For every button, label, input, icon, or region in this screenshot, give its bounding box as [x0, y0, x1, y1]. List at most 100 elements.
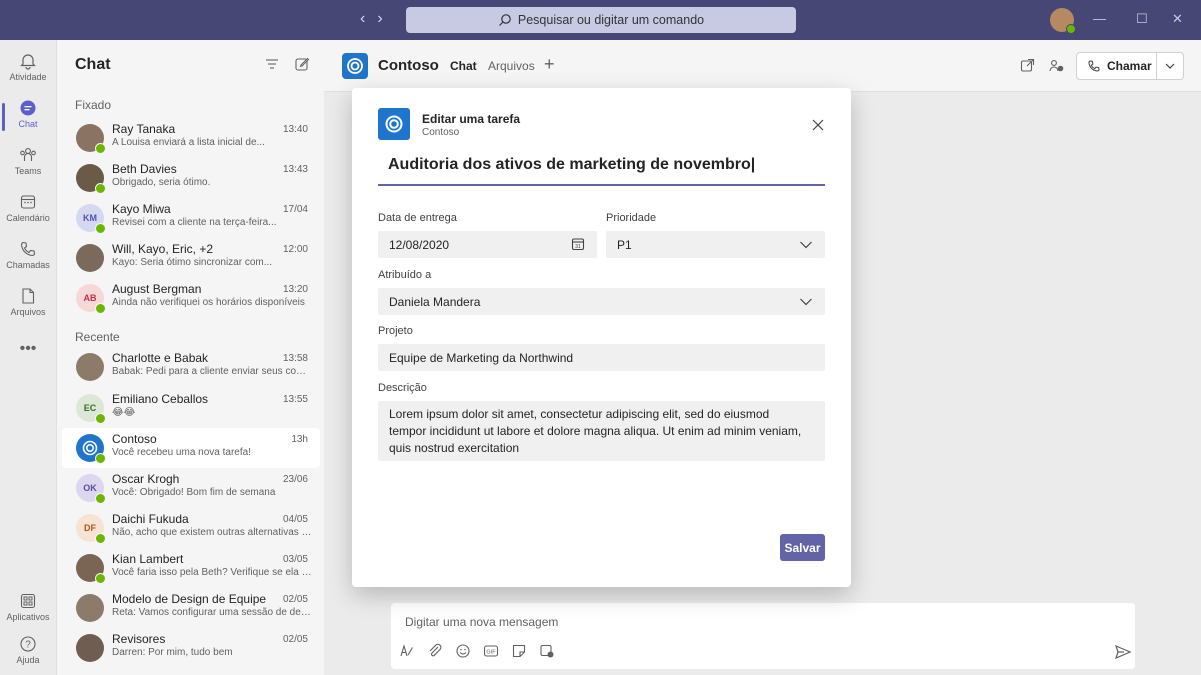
- more-apps-button[interactable]: •••: [0, 340, 56, 358]
- minimize-button[interactable]: —: [1093, 11, 1106, 26]
- chat-name: Kian Lambert: [112, 552, 184, 566]
- chat-item-august-bergman[interactable]: AB August Bergman 13:20 Ainda não verifi…: [62, 278, 320, 318]
- bell-icon: [20, 54, 36, 70]
- chat-list-title: Chat: [75, 56, 111, 73]
- close-window-button[interactable]: ✕: [1172, 11, 1183, 27]
- chat-item-emiliano-ceballos[interactable]: EC Emiliano Ceballos 13:55 😂😂: [62, 388, 320, 428]
- avatar: KM: [76, 204, 106, 234]
- tab-chat[interactable]: Chat: [450, 59, 477, 73]
- task-title-input[interactable]: Auditoria dos ativos de marketing de nov…: [378, 156, 825, 186]
- chat-item-design-template[interactable]: Modelo de Design de Equipe 02/05 Reta: V…: [62, 588, 320, 628]
- chat-name: Will, Kayo, Eric, +2: [112, 242, 214, 256]
- chat-item-contoso[interactable]: Contoso 13h Você recebeu uma nova tarefa…: [62, 428, 320, 468]
- rail-label: Chamadas: [6, 260, 50, 270]
- chat-time: 13:55: [282, 394, 308, 405]
- maximize-button[interactable]: ☐: [1136, 11, 1148, 27]
- chat-item-ray-tanaka[interactable]: Ray Tanaka 13:40 A Louisa enviará a list…: [62, 118, 320, 158]
- chat-name: Daichi Fukuda: [112, 512, 189, 526]
- chat-time: 13:58: [282, 353, 308, 364]
- chat-time: 03/05: [282, 554, 308, 565]
- chat-preview: Kayo: Seria ótimo sincronizar com...: [112, 257, 273, 268]
- chat-name: Modelo de Design de Equipe: [112, 592, 267, 606]
- chat-item-group-will[interactable]: Will, Kayo, Eric, +2 12:00 Kayo: Seria ó…: [62, 238, 320, 278]
- contoso-logo-icon: [385, 115, 403, 133]
- emoji-icon[interactable]: [455, 643, 471, 659]
- rail-item-calls[interactable]: Chamadas: [0, 236, 56, 284]
- call-label: Chamar: [1107, 59, 1152, 73]
- chat-item-beth-davies[interactable]: Beth Davies 13:43 Obrigado, seria ótimo.: [62, 158, 320, 198]
- rail-item-help[interactable]: ? Ajuda: [0, 631, 56, 675]
- due-date-value: 12/08/2020: [389, 237, 450, 252]
- gif-icon[interactable]: GIF: [483, 643, 499, 659]
- message-composer[interactable]: Digitar uma nova mensagem GIF: [391, 603, 1135, 669]
- chat-name: August Bergman: [112, 282, 202, 296]
- rail-item-activity[interactable]: Atividade: [0, 48, 56, 96]
- search-box[interactable]: Pesquisar ou digitar um comando: [406, 7, 796, 33]
- chat-preview: Você recebeu uma nova tarefa!: [112, 447, 251, 458]
- calendar-icon[interactable]: 31: [571, 237, 585, 251]
- message-input[interactable]: Digitar uma nova mensagem: [405, 615, 558, 629]
- add-tab-button[interactable]: +: [544, 54, 555, 75]
- chat-preview: 😂😂: [112, 407, 136, 418]
- rail-item-apps[interactable]: Aplicativos: [0, 588, 56, 636]
- project-label: Projeto: [378, 325, 413, 337]
- sticker-icon[interactable]: [511, 643, 527, 659]
- chevron-down-icon: [800, 241, 812, 249]
- chat-item-daichi-fukuda[interactable]: DF Daichi Fukuda 04/05 Não, acho que exi…: [62, 508, 320, 548]
- chat-item-oscar-krogh[interactable]: OK Oscar Krogh 23/06 Você: Obrigado! Bom…: [62, 468, 320, 508]
- rail-item-chat[interactable]: Chat: [0, 95, 56, 143]
- call-main-button[interactable]: Chamar: [1077, 59, 1156, 73]
- apps-icon: [20, 593, 36, 609]
- app-rail: Atividade Chat Teams Calendário Chamadas…: [0, 40, 56, 675]
- rail-item-calendar[interactable]: Calendário: [0, 189, 56, 237]
- chat-list-pane: Chat Fixado Ray Tanaka 13:40 A Louisa en…: [56, 40, 324, 675]
- rail-item-teams[interactable]: Teams: [0, 142, 56, 190]
- group-avatar: [76, 353, 104, 381]
- conversation-title: Contoso: [378, 57, 439, 74]
- project-field[interactable]: Equipe de Marketing da Northwind: [378, 344, 825, 371]
- group-avatar: [76, 594, 104, 622]
- calendar-icon: [20, 195, 36, 209]
- group-avatar: [76, 244, 104, 272]
- priority-label: Prioridade: [606, 212, 657, 224]
- avatar: EC: [76, 394, 106, 424]
- chat-item-charlotte-babak[interactable]: Charlotte e Babak 13:58 Babak: Pedi para…: [62, 347, 320, 387]
- chat-time: 12:00: [282, 244, 308, 255]
- call-button[interactable]: Chamar: [1076, 52, 1184, 80]
- new-chat-icon[interactable]: [294, 56, 310, 72]
- back-arrow-icon[interactable]: ‹: [360, 10, 377, 27]
- chat-preview: Obrigado, seria ótimo.: [112, 177, 211, 188]
- close-icon[interactable]: [811, 118, 825, 132]
- contoso-logo-icon: [82, 440, 98, 456]
- chat-item-revisores[interactable]: Revisores 02/05 Darren: Por mim, tudo be…: [62, 628, 320, 668]
- chat-preview: Darren: Por mim, tudo bem: [112, 647, 233, 658]
- tab-files[interactable]: Arquivos: [488, 59, 535, 73]
- participants-icon[interactable]: [1049, 58, 1064, 73]
- conversation-header: Contoso Chat Arquivos + Chamar: [324, 40, 1201, 92]
- assigned-select[interactable]: Daniela Mandera: [378, 288, 825, 315]
- schedule-meeting-icon[interactable]: [539, 643, 555, 659]
- save-button[interactable]: Salvar: [780, 534, 825, 561]
- filter-icon[interactable]: [264, 56, 280, 72]
- rail-label: Aplicativos: [6, 612, 50, 622]
- phone-icon: [20, 241, 36, 257]
- chat-item-kayo-miwa[interactable]: KM Kayo Miwa 17/04 Revisei com a cliente…: [62, 198, 320, 238]
- avatar: [76, 554, 106, 584]
- attach-icon[interactable]: [427, 643, 443, 659]
- send-icon[interactable]: [1114, 643, 1132, 661]
- forward-arrow-icon[interactable]: ›: [377, 10, 394, 27]
- due-date-field[interactable]: 12/08/2020 31: [378, 231, 597, 258]
- chat-preview: Não, acho que existem outras alternativa…: [112, 527, 312, 538]
- chat-item-kian-lambert[interactable]: Kian Lambert 03/05 Você faria isso pela …: [62, 548, 320, 588]
- rail-item-files[interactable]: Arquivos: [0, 283, 56, 331]
- priority-select[interactable]: P1: [606, 231, 825, 258]
- chat-preview: Você: Obrigado! Bom fim de semana: [112, 487, 276, 498]
- chat-name: Kayo Miwa: [112, 202, 171, 216]
- pop-out-icon[interactable]: [1020, 58, 1035, 73]
- call-options-button[interactable]: [1155, 53, 1183, 79]
- description-field[interactable]: Lorem ipsum dolor sit amet, consectetur …: [378, 401, 825, 461]
- format-icon[interactable]: [399, 643, 415, 659]
- avatar: DF: [76, 514, 106, 544]
- chevron-down-icon: [800, 298, 812, 306]
- profile-avatar[interactable]: [1050, 8, 1076, 34]
